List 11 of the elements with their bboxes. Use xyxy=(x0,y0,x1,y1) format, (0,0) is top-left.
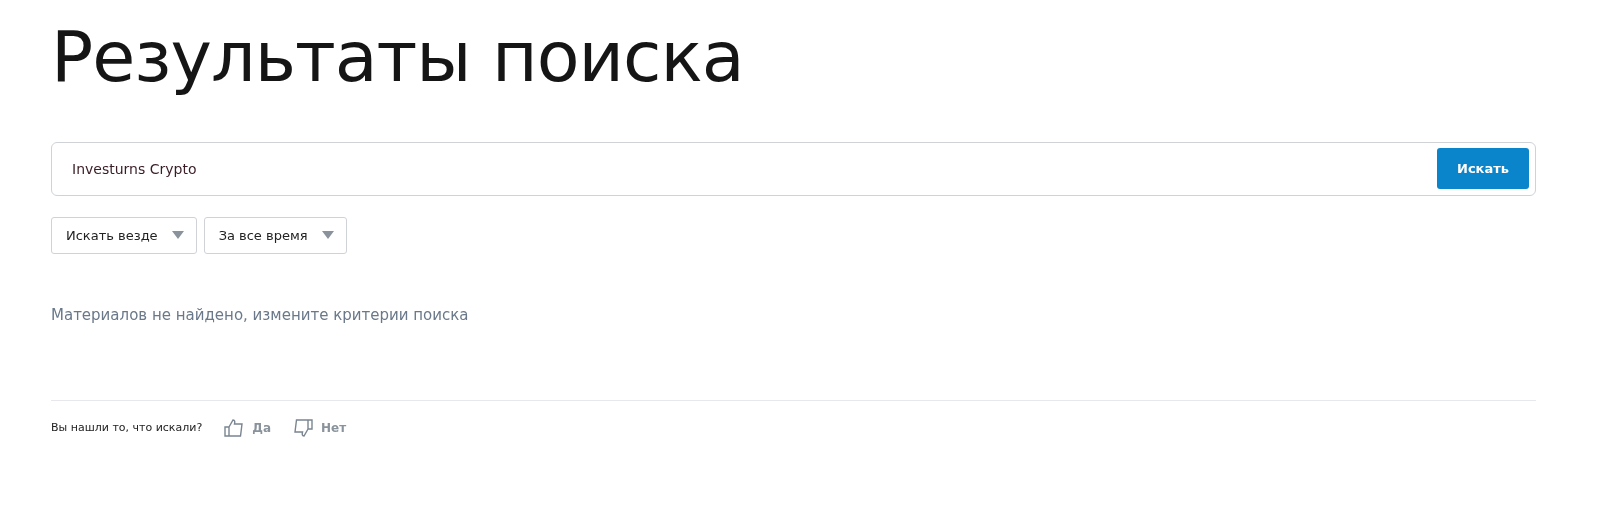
empty-message: Материалов не найдено, измените критерии поиска xyxy=(51,305,470,324)
search-field[interactable]: Investurns Crypto Искать xyxy=(51,141,1536,196)
caret-icon xyxy=(171,231,184,239)
search-button[interactable]: Искать xyxy=(1437,148,1529,189)
page-title: Результаты поиска xyxy=(51,15,745,100)
feedback-question: Вы нашли то, что искали? xyxy=(51,421,203,434)
thumbs-up-icon xyxy=(224,418,245,437)
filter-dropdown[interactable]: За все время xyxy=(203,216,347,254)
filter-dropdown[interactable]: Искать везде xyxy=(51,216,197,254)
thumbs-down-icon xyxy=(293,418,314,437)
caret-icon xyxy=(321,231,334,239)
